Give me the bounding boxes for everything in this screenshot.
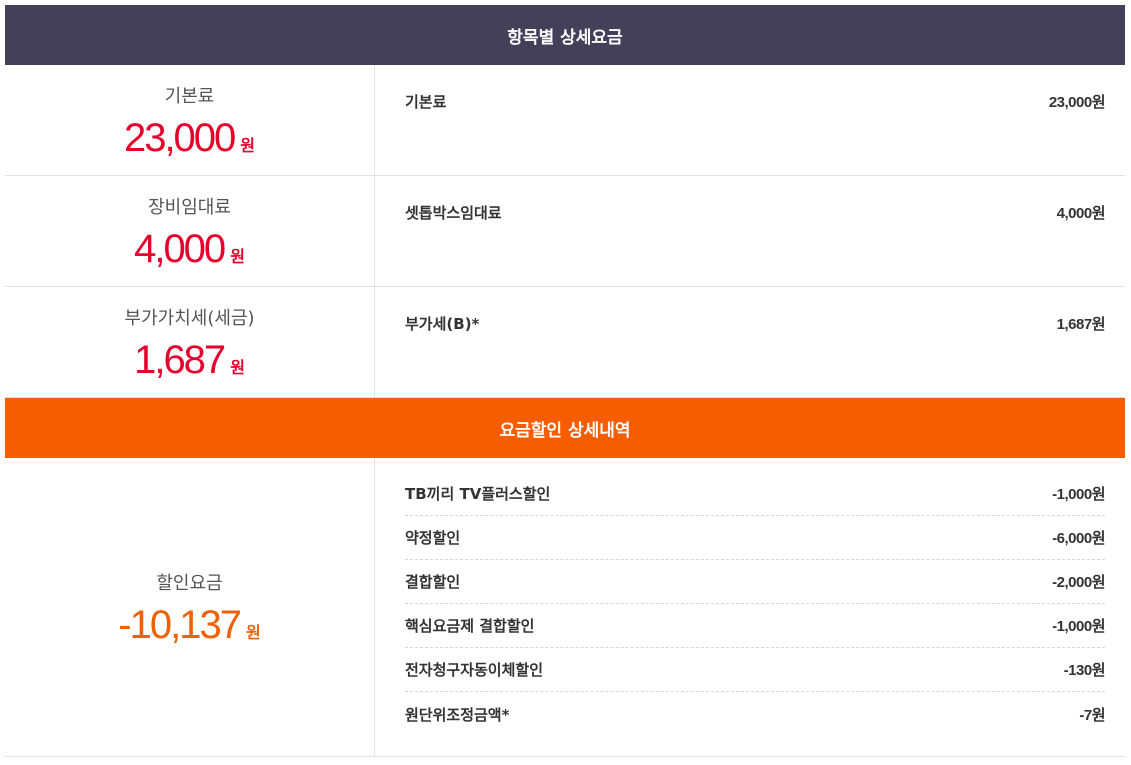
charges-section-title: 항목별 상세요금 bbox=[507, 27, 623, 48]
discount-item-name: 전자청구자동이체할인 bbox=[405, 661, 544, 679]
charge-detail: 부가세(B)* 1,687원 bbox=[375, 287, 1125, 397]
charge-label: 기본료 bbox=[164, 86, 215, 107]
charge-amount-unit: 원 bbox=[230, 358, 245, 377]
billing-detail-panel: 항목별 상세요금 기본료 23,000 원 기본료 23,000원 장비임대료 … bbox=[5, 5, 1125, 757]
charge-item-name: 부가세(B)* bbox=[405, 315, 480, 333]
charge-amount-unit: 원 bbox=[230, 247, 245, 266]
discount-amount-number: -10,137 bbox=[118, 603, 242, 647]
charge-row-basic: 기본료 23,000 원 기본료 23,000원 bbox=[5, 65, 1125, 176]
charge-summary: 부가가치세(세금) 1,687 원 bbox=[5, 287, 375, 397]
discount-item-value: -6,000원 bbox=[1052, 530, 1105, 547]
discount-section-header: 요금할인 상세내역 bbox=[5, 398, 1125, 458]
charge-amount-number: 1,687 bbox=[134, 338, 226, 382]
charge-item-value: 4,000원 bbox=[1056, 205, 1106, 222]
discount-item-value: -1,000원 bbox=[1052, 618, 1105, 635]
charge-amount-number: 23,000 bbox=[123, 116, 236, 160]
discount-item-name: 약정할인 bbox=[405, 529, 461, 547]
discount-item-value: -7원 bbox=[1079, 706, 1105, 724]
discount-item-name: 핵심요금제 결합할인 bbox=[405, 617, 535, 635]
discount-item-value: -130원 bbox=[1063, 662, 1106, 679]
discount-item: 핵심요금제 결합할인 -1,000원 bbox=[405, 604, 1105, 648]
charge-item-value: 1,687원 bbox=[1056, 316, 1106, 333]
discount-item-value: -2,000원 bbox=[1052, 574, 1105, 591]
charge-amount-number: 4,000 bbox=[134, 227, 226, 271]
charge-detail: 기본료 23,000원 bbox=[375, 65, 1125, 175]
charge-detail: 셋톱박스임대료 4,000원 bbox=[375, 176, 1125, 286]
charge-label: 부가가치세(세금) bbox=[124, 308, 255, 329]
discount-item-value: -1,000원 bbox=[1052, 486, 1105, 503]
discount-item: 원단위조정금액* -7원 bbox=[405, 692, 1105, 736]
discount-section-title: 요금할인 상세내역 bbox=[499, 420, 631, 441]
discount-item: 전자청구자동이체할인 -130원 bbox=[405, 648, 1106, 692]
discount-item: 약정할인 -6,000원 bbox=[405, 516, 1105, 560]
charges-section-header: 항목별 상세요금 bbox=[5, 5, 1125, 65]
charge-amount: 1,687 원 bbox=[134, 340, 245, 380]
charge-item-name: 셋톱박스임대료 bbox=[405, 204, 502, 222]
charge-summary: 장비임대료 4,000 원 bbox=[5, 176, 375, 286]
discount-amount: -10,137 원 bbox=[118, 605, 260, 645]
discount-item: 결합할인 -2,000원 bbox=[405, 560, 1105, 604]
charge-row-vat: 부가가치세(세금) 1,687 원 부가세(B)* 1,687원 bbox=[5, 287, 1125, 398]
charge-item-name: 기본료 bbox=[405, 93, 447, 111]
charge-item-value: 23,000원 bbox=[1048, 94, 1106, 111]
charge-amount: 4,000 원 bbox=[134, 229, 245, 269]
charge-summary: 기본료 23,000 원 bbox=[5, 65, 375, 175]
charge-amount: 23,000 원 bbox=[124, 118, 255, 158]
discount-item-name: 결합할인 bbox=[405, 573, 461, 591]
discount-item-name: TB끼리 TV플러스할인 bbox=[405, 485, 551, 503]
discount-item: TB끼리 TV플러스할인 -1,000원 bbox=[405, 472, 1105, 516]
discount-detail-list: TB끼리 TV플러스할인 -1,000원 약정할인 -6,000원 결합할인 -… bbox=[375, 458, 1125, 756]
charge-row-equipment: 장비임대료 4,000 원 셋톱박스임대료 4,000원 bbox=[5, 176, 1125, 287]
discount-amount-unit: 원 bbox=[245, 623, 261, 642]
charge-label: 장비임대료 bbox=[148, 197, 231, 218]
discount-row: 할인요금 -10,137 원 TB끼리 TV플러스할인 -1,000원 약정할인… bbox=[5, 458, 1125, 757]
discount-summary: 할인요금 -10,137 원 bbox=[5, 458, 375, 756]
charge-amount-unit: 원 bbox=[240, 136, 256, 155]
discount-item-name: 원단위조정금액* bbox=[405, 705, 510, 724]
discount-label: 할인요금 bbox=[156, 573, 223, 594]
